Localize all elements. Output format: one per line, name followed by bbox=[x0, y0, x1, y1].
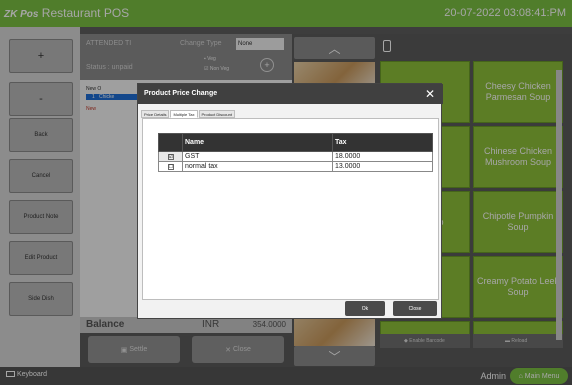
dialog-tabs: Price Details Multiple Tax Product Disco… bbox=[141, 110, 236, 118]
tax-name-cell: normal tax bbox=[182, 161, 333, 172]
tax-table: Name Tax ☑ GST 18.0000 ☐ normal tax 13.0… bbox=[158, 133, 433, 172]
tax-column-header: Tax bbox=[332, 133, 433, 152]
product-price-change-dialog: Product Price Change ✕ Price Details Mul… bbox=[137, 83, 443, 319]
tab-product-discount[interactable]: Product Discount bbox=[198, 110, 235, 118]
ok-button[interactable]: Ok bbox=[345, 301, 385, 316]
tab-panel-multiple-tax: Name Tax ☑ GST 18.0000 ☐ normal tax 13.0… bbox=[142, 118, 439, 300]
dialog-close-icon[interactable]: ✕ bbox=[425, 87, 435, 101]
tax-name-cell: GST bbox=[182, 151, 333, 162]
tab-price-details[interactable]: Price Details bbox=[141, 110, 170, 118]
select-column-header bbox=[158, 133, 183, 152]
row-checkbox[interactable]: ☑ bbox=[158, 151, 183, 162]
table-row[interactable]: ☐ normal tax 13.0000 bbox=[158, 161, 433, 172]
dialog-title: Product Price Change bbox=[138, 84, 443, 104]
dialog-close-button[interactable]: Close bbox=[393, 301, 437, 316]
row-checkbox[interactable]: ☐ bbox=[158, 161, 183, 172]
table-row[interactable]: ☑ GST 18.0000 bbox=[158, 151, 433, 162]
name-column-header: Name bbox=[182, 133, 333, 152]
tax-table-header: Name Tax bbox=[158, 133, 433, 152]
tab-multiple-tax[interactable]: Multiple Tax bbox=[170, 110, 198, 118]
tax-value-cell: 13.0000 bbox=[332, 161, 433, 172]
tax-value-cell: 18.0000 bbox=[332, 151, 433, 162]
